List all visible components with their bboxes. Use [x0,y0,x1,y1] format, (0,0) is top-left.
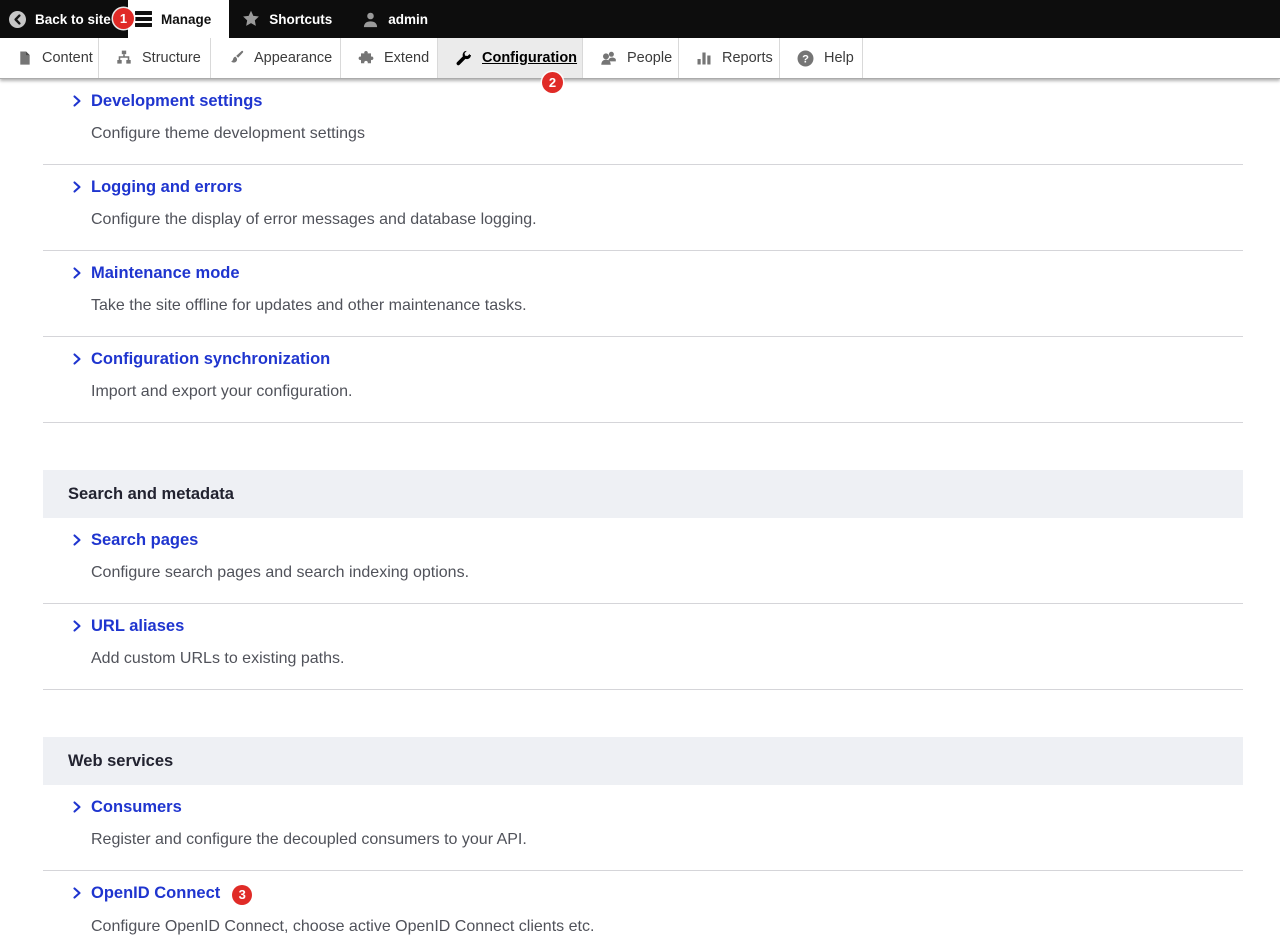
back-to-site-label: Back to site [35,11,111,27]
openid-connect-description: Configure OpenID Connect, choose active … [91,917,595,935]
logging-and-errors-description: Configure the display of error messages … [91,211,537,228]
file-icon [20,51,30,65]
back-to-site-button[interactable]: Back to site [0,0,116,38]
chevron-right-icon [73,267,81,279]
tab-people-label: People [627,50,673,66]
people-icon [601,51,616,65]
config-row-search-pages: Search pages Configure search pages and … [43,518,1243,604]
svg-text:?: ? [802,53,809,65]
user-menu[interactable]: admin [362,0,428,38]
tab-structure-label: Structure [142,50,201,66]
url-aliases-description: Add custom URLs to existing paths. [91,650,345,667]
maintenance-mode-description: Take the site offline for updates and ot… [91,297,527,314]
tab-configuration-label: Configuration [482,50,578,66]
user-label: admin [388,11,429,27]
config-row-consumers: Consumers Register and configure the dec… [43,785,1243,871]
tab-content[interactable]: Content [0,38,99,78]
tab-extend-label: Extend [384,50,430,66]
chevron-right-icon [73,181,81,193]
consumers-link[interactable]: Consumers [71,797,182,817]
chevron-right-icon [73,620,81,632]
section-header-search-and-metadata: Search and metadata [43,470,1243,518]
development-settings-link[interactable]: Development settings [71,91,262,111]
development-settings-description: Configure theme development settings [91,125,365,142]
openid-connect-link[interactable]: OpenID Connect [71,883,220,903]
search-pages-description: Configure search pages and search indexi… [91,564,470,581]
url-aliases-link[interactable]: URL aliases [71,616,184,636]
config-row-configuration-synchronization: Configuration synchronization Import and… [43,337,1243,423]
tab-appearance[interactable]: Appearance [211,38,341,78]
tab-configuration[interactable]: Configuration [438,38,583,78]
logging-and-errors-link[interactable]: Logging and errors [71,177,242,197]
wrench-icon [456,50,471,65]
user-icon [364,12,378,27]
puzzle-icon [358,51,374,64]
bar-chart-icon [697,52,711,65]
chevron-right-icon [73,801,81,813]
tab-help-label: Help [824,50,854,66]
hamburger-icon [135,11,152,27]
star-icon [243,10,260,26]
chevron-right-icon [73,353,81,365]
section-header-web-services: Web services [43,737,1243,785]
manage-label: Manage [161,11,212,27]
tab-content-label: Content [42,50,93,66]
tab-appearance-label: Appearance [254,50,333,66]
chevron-right-icon [73,534,81,546]
tab-structure[interactable]: Structure [99,38,211,78]
configuration-page-content: Development settings Configure theme dev… [0,79,1280,951]
paintbrush-icon [231,50,244,63]
tab-reports[interactable]: Reports [679,38,780,78]
config-row-maintenance-mode: Maintenance mode Take the site offline f… [43,251,1243,337]
tab-reports-label: Reports [722,50,773,66]
chevron-right-icon [73,95,81,107]
config-row-development-settings: Development settings Configure theme dev… [43,79,1243,165]
annotation-mark-3: 3 [232,884,253,905]
tab-extend[interactable]: Extend [341,38,438,78]
chevron-right-icon [73,887,81,899]
config-row-openid-connect: OpenID Connect 3 Configure OpenID Connec… [43,871,1243,951]
annotation-mark-2: 2 [542,72,563,93]
maintenance-mode-link[interactable]: Maintenance mode [71,263,240,283]
configuration-synchronization-description: Import and export your configuration. [91,383,353,400]
back-circle-icon [9,10,26,28]
configuration-synchronization-link[interactable]: Configuration synchronization [71,349,330,369]
annotation-mark-1: 1 [113,8,134,29]
manage-tab[interactable]: Manage [128,0,230,38]
consumers-description: Register and configure the decoupled con… [91,831,527,848]
tab-help[interactable]: ? Help [780,38,863,78]
tab-people[interactable]: People [583,38,679,78]
admin-toolbar: Back to site Manage Shortcuts admin 1 [0,0,1280,38]
question-icon: ? [797,50,814,66]
config-row-logging-and-errors: Logging and errors Configure the display… [43,165,1243,251]
admin-menu-toolbar: Content Structure Appearance Extend Conf… [0,38,1280,79]
shortcuts-label: Shortcuts [269,11,333,27]
config-row-url-aliases: URL aliases Add custom URLs to existing … [43,604,1243,690]
sitemap-icon [117,50,131,64]
search-pages-link[interactable]: Search pages [71,530,198,550]
shortcuts-button[interactable]: Shortcuts [242,0,332,38]
